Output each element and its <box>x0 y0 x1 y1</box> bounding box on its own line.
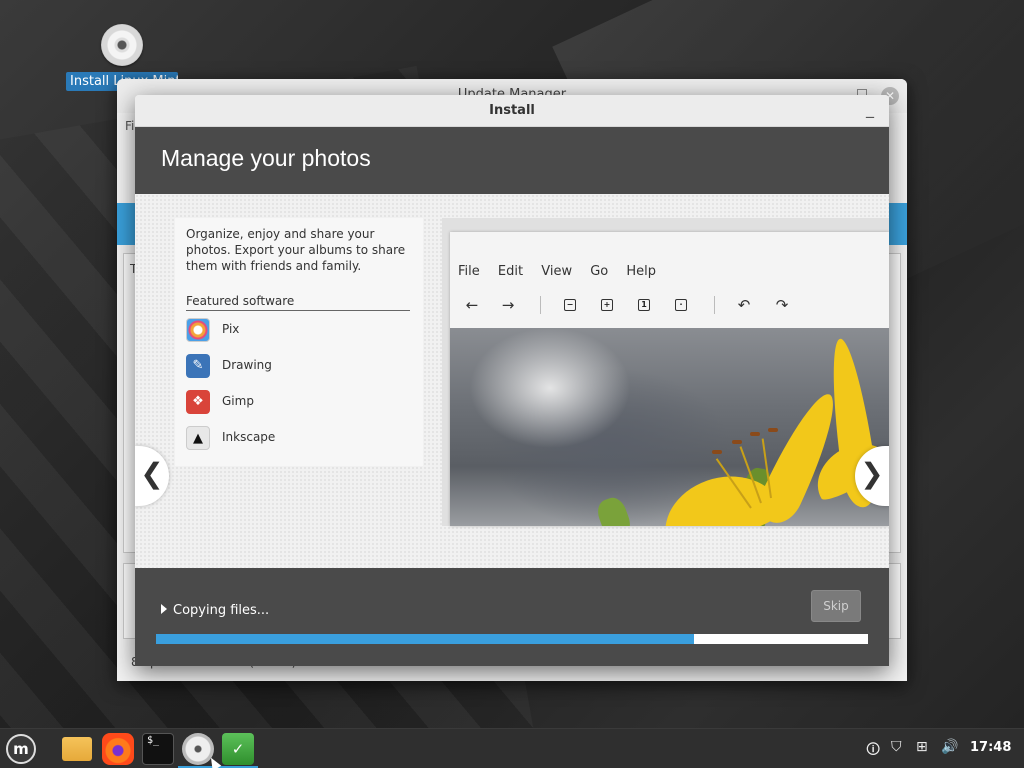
update-manager-shield-icon[interactable]: ✓ <box>222 733 254 765</box>
featured-app-label: Gimp <box>222 394 254 408</box>
cd-disc-icon <box>101 24 143 66</box>
zoom-in-icon: + <box>601 299 613 311</box>
rotate-left-icon: ↶ <box>737 296 751 314</box>
install-status-text: Copying files... <box>173 603 270 618</box>
arrow-right-icon: → <box>501 296 515 314</box>
skip-button[interactable]: Skip <box>811 590 861 622</box>
featured-app-label: Inkscape <box>222 430 276 444</box>
install-footer: Copying files... Skip <box>135 568 889 666</box>
featured-app-label: Pix <box>222 322 240 336</box>
install-progress-bar <box>156 634 868 644</box>
featured-app-label: Drawing <box>222 358 272 372</box>
description-card: Organize, enjoy and share your photos. E… <box>175 218 423 466</box>
previous-slide-button[interactable]: ❮ <box>135 446 169 506</box>
gimp-icon: ❖ <box>186 390 210 414</box>
menu-go: Go <box>590 264 609 279</box>
lily-photo <box>450 328 889 526</box>
pix-icon <box>186 318 210 342</box>
rotate-right-icon: ↷ <box>775 296 789 314</box>
zoom-actual-icon: 1 <box>638 299 650 311</box>
toolbar-separator <box>540 296 541 314</box>
pix-screenshot: File Edit View Go Help ← → − + 1 · ↶ ↷ <box>450 232 889 526</box>
inkscape-icon: ▲ <box>186 426 210 450</box>
taskbar: m $_ ✓ 🛈 ⛉ ⊞ 🔊 17:48 <box>0 728 1024 768</box>
screenshot-menubar: File Edit View Go Help <box>458 264 670 279</box>
menu-view: View <box>541 264 573 279</box>
network-icon[interactable]: ⊞ <box>916 739 928 755</box>
slide-description: Organize, enjoy and share your photos. E… <box>186 227 406 273</box>
install-status[interactable]: Copying files... <box>161 603 269 618</box>
zoom-fit-icon: · <box>675 299 687 311</box>
mint-menu-icon[interactable]: m <box>6 734 36 764</box>
update-manager-menu[interactable]: Fi <box>125 119 134 133</box>
minimize-icon[interactable]: _ <box>863 99 877 118</box>
notification-icon[interactable]: 🛈 <box>866 739 880 763</box>
arrow-left-icon: ← <box>465 296 479 314</box>
install-titlebar: Install _ <box>135 95 889 127</box>
install-title: Install <box>489 103 535 118</box>
files-icon[interactable] <box>62 737 92 761</box>
slide-title: Manage your photos <box>161 145 371 171</box>
install-window: Install _ Manage your photos Organize, e… <box>135 95 889 666</box>
security-shield-icon[interactable]: ⛉ <box>891 739 902 755</box>
drawing-icon: ✎ <box>186 354 210 378</box>
featured-software-heading: Featured software <box>186 294 410 311</box>
clock[interactable]: 17:48 <box>970 740 1011 755</box>
volume-icon[interactable]: 🔊 <box>941 739 958 755</box>
menu-help: Help <box>626 264 657 279</box>
zoom-out-icon: − <box>564 299 576 311</box>
firefox-icon[interactable] <box>102 733 134 765</box>
slideshow: Organize, enjoy and share your photos. E… <box>135 194 889 568</box>
expander-arrow-icon[interactable] <box>161 604 167 614</box>
install-progress-fill <box>156 634 694 644</box>
app-screenshot: File Edit View Go Help ← → − + 1 · ↶ ↷ <box>442 218 889 526</box>
terminal-icon[interactable]: $_ <box>142 733 174 765</box>
toolbar-separator <box>714 296 715 314</box>
menu-file: File <box>458 264 480 279</box>
slide-header: Manage your photos <box>135 127 889 194</box>
menu-edit: Edit <box>497 264 524 279</box>
